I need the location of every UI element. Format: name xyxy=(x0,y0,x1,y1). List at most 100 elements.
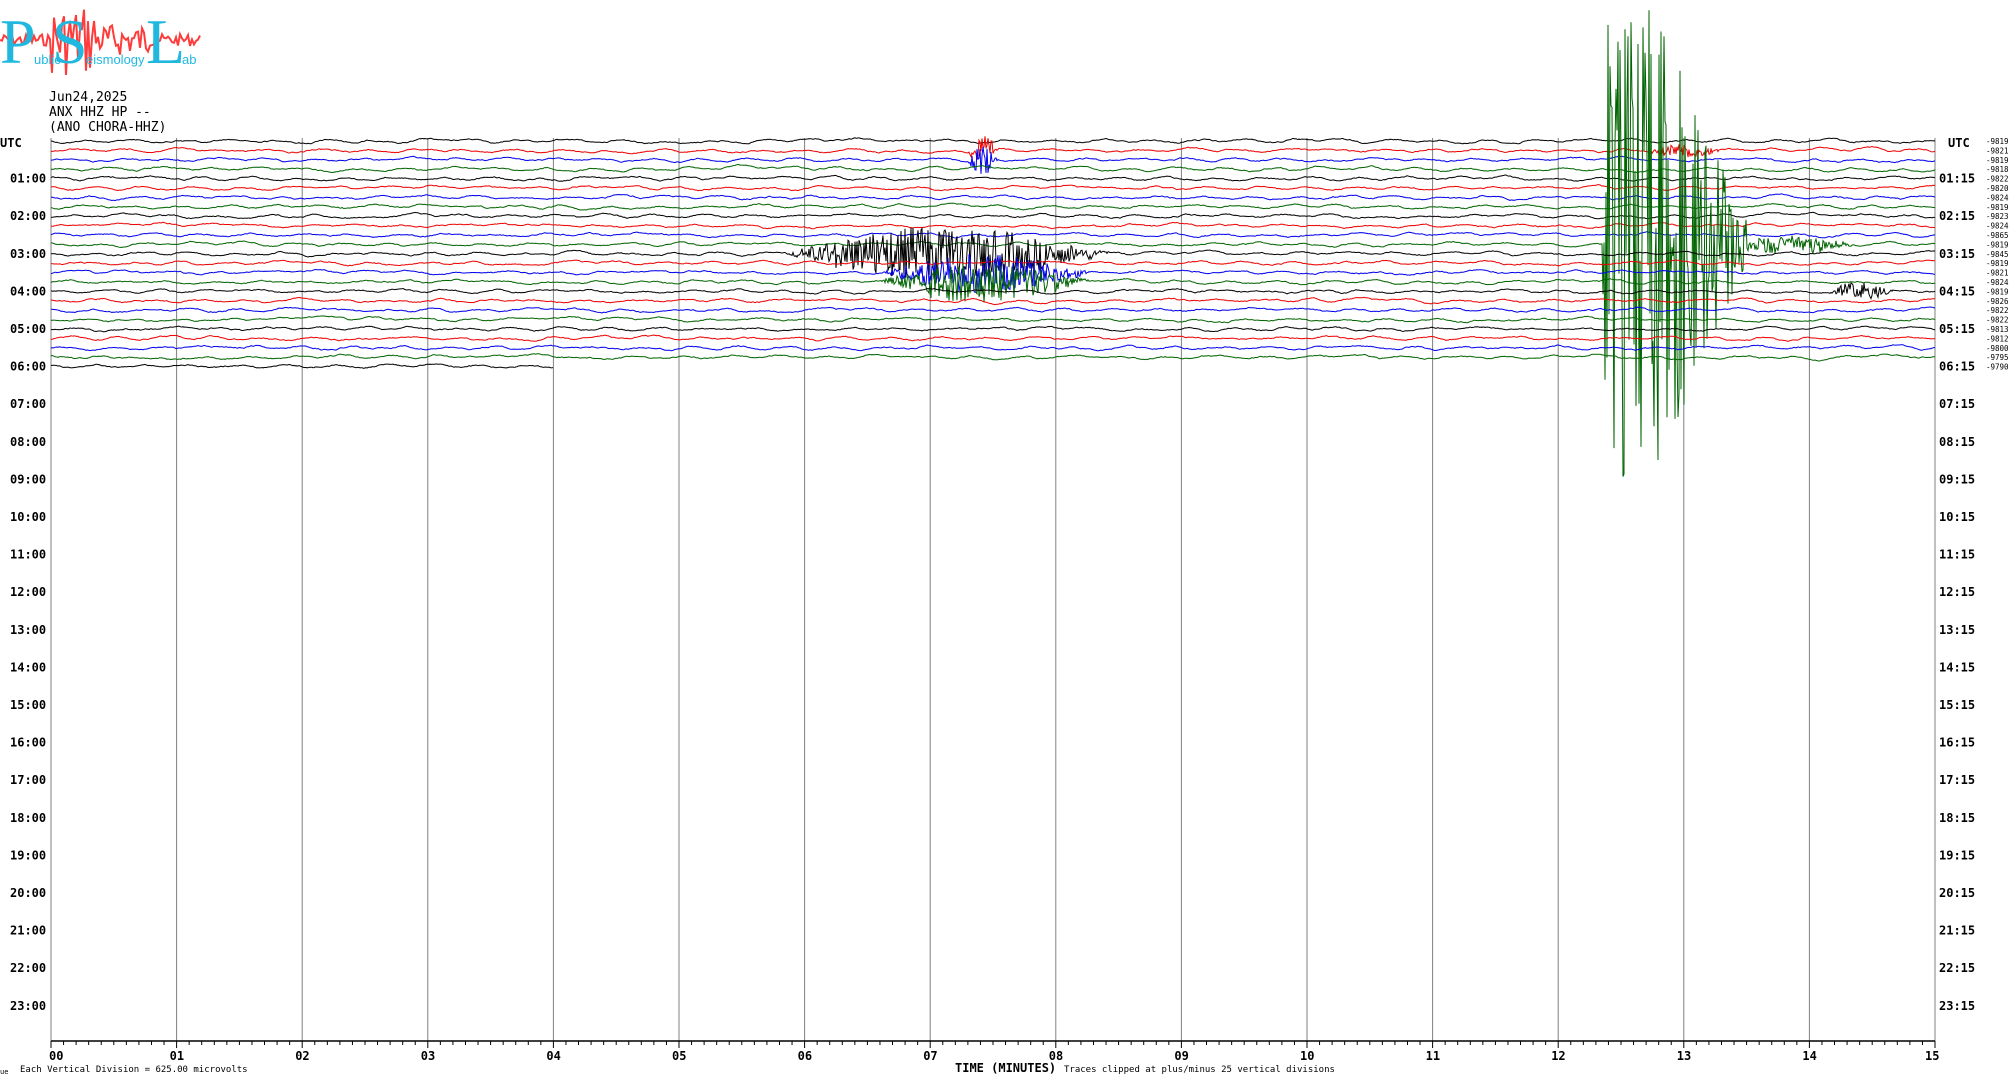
helicorder-trace-row xyxy=(50,184,1936,192)
row-count-label: -9821 xyxy=(1986,146,2009,155)
hour-label-right: 20:15 xyxy=(1939,886,1975,900)
row-count-label: -9845 xyxy=(1986,250,2009,259)
hour-label-left: 04:00 xyxy=(10,284,46,298)
row-count-label: -9824 xyxy=(1986,193,2009,202)
hour-label-right: 17:15 xyxy=(1939,773,1975,787)
hour-label-left: 15:00 xyxy=(10,698,46,712)
x-tick-label: 06 xyxy=(798,1049,812,1063)
footer-mark: ue xyxy=(0,1068,8,1076)
helicorder-trace-row xyxy=(50,306,1935,314)
hour-label-left: 18:00 xyxy=(10,811,46,825)
row-count-label: -9819 xyxy=(1986,156,2009,165)
helicorder-trace-row xyxy=(50,211,1936,220)
x-tick-label: 10 xyxy=(1300,1049,1314,1063)
row-count-label: -9812 xyxy=(1986,334,2009,343)
hour-label-left: 08:00 xyxy=(10,435,46,449)
x-tick-label: 02 xyxy=(295,1049,309,1063)
hour-label-left: 05:00 xyxy=(10,322,46,336)
row-count-label: -9823 xyxy=(1986,212,2009,221)
row-count-label: -9824 xyxy=(1986,222,2009,231)
x-tick-label: 03 xyxy=(421,1049,435,1063)
x-tick-label: 07 xyxy=(923,1049,937,1063)
hour-label-left: 11:00 xyxy=(10,548,46,562)
hour-label-right: 12:15 xyxy=(1939,585,1975,599)
row-count-label: -9820 xyxy=(1986,184,2009,193)
hour-label-right: 14:15 xyxy=(1939,660,1975,674)
helicorder-trace-row xyxy=(50,163,1936,174)
helicorder-trace-row xyxy=(51,325,1936,333)
row-count-label: -9819 xyxy=(1986,137,2009,146)
hour-label-right: 13:15 xyxy=(1939,623,1975,637)
hour-label-left: 21:00 xyxy=(10,924,46,938)
hour-label-left: 20:00 xyxy=(10,886,46,900)
hour-label-left: 06:00 xyxy=(10,360,46,374)
row-count-label: -9822 xyxy=(1986,175,2009,184)
hour-label-right: 02:15 xyxy=(1939,209,1975,223)
row-count-label: -9865 xyxy=(1986,231,2009,240)
x-axis-title: TIME (MINUTES) xyxy=(955,1061,1056,1075)
x-tick-label: 12 xyxy=(1551,1049,1565,1063)
hour-label-left: 14:00 xyxy=(10,660,46,674)
hour-label-left: 23:00 xyxy=(10,999,46,1013)
hour-label-right: 15:15 xyxy=(1939,698,1975,712)
hour-label-right: 01:15 xyxy=(1939,172,1975,186)
helicorder-trace-row xyxy=(50,259,1936,267)
x-tick-label: 14 xyxy=(1802,1049,1816,1063)
helicorder-trace-row xyxy=(51,137,1936,145)
hour-label-left: 03:00 xyxy=(10,247,46,261)
trace-layer xyxy=(50,10,1936,477)
hour-label-left: 01:00 xyxy=(10,172,46,186)
hour-label-right: 21:15 xyxy=(1939,924,1975,938)
hour-label-right: 08:15 xyxy=(1939,435,1975,449)
hour-label-right: 06:15 xyxy=(1939,360,1975,374)
row-count-label: -9826 xyxy=(1986,297,2009,306)
hour-label-right: 10:15 xyxy=(1939,510,1975,524)
x-tick-label: 11 xyxy=(1426,1049,1440,1063)
row-count-label: -9819 xyxy=(1986,287,2009,296)
hour-label-right: 22:15 xyxy=(1939,961,1975,975)
helicorder-trace-row xyxy=(50,296,1936,306)
hour-label-left: 22:00 xyxy=(10,961,46,975)
hour-label-right: 23:15 xyxy=(1939,999,1975,1013)
row-count-label: -9790 xyxy=(1986,363,2009,372)
hour-label-right: 16:15 xyxy=(1939,736,1975,750)
footer-clip-note: Traces clipped at plus/minus 25 vertical… xyxy=(1064,1065,1335,1075)
row-count-label: -9824 xyxy=(1986,278,2009,287)
row-count-label: -9819 xyxy=(1986,203,2009,212)
hour-label-left: 17:00 xyxy=(10,773,46,787)
row-count-label: -9800 xyxy=(1986,344,2009,353)
helicorder-trace-row xyxy=(50,174,1936,182)
hour-label-left: 19:00 xyxy=(10,848,46,862)
row-count-label: -9822 xyxy=(1986,316,2009,325)
x-tick-label: 15 xyxy=(1925,1049,1939,1063)
footer-scale-note: Each Vertical Division = 625.00 microvol… xyxy=(20,1065,248,1075)
helicorder-trace-row xyxy=(50,202,1936,211)
row-count-label: -9819 xyxy=(1986,240,2009,249)
x-tick-label: 05 xyxy=(672,1049,686,1063)
hour-label-right: 07:15 xyxy=(1939,397,1975,411)
hour-label-left: 13:00 xyxy=(10,623,46,637)
helicorder-trace-row xyxy=(50,221,1936,230)
hour-label-right: 03:15 xyxy=(1939,247,1975,261)
x-tick-label: 00 xyxy=(49,1049,63,1063)
helicorder-trace-row xyxy=(50,263,1936,302)
x-tick-label: 01 xyxy=(170,1049,184,1063)
hour-label-right: 05:15 xyxy=(1939,322,1975,336)
x-tick-label: 04 xyxy=(546,1049,560,1063)
x-tick-label: 13 xyxy=(1677,1049,1691,1063)
hour-label-left: 02:00 xyxy=(10,209,46,223)
hour-label-right: 19:15 xyxy=(1939,848,1975,862)
row-count-label: -9813 xyxy=(1986,325,2009,334)
helicorder-trace-row xyxy=(50,193,1936,202)
x-tick-label: 08 xyxy=(1049,1049,1063,1063)
hour-label-right: 11:15 xyxy=(1939,548,1975,562)
row-count-label: -9818 xyxy=(1986,165,2009,174)
hour-label-right: 09:15 xyxy=(1939,472,1975,486)
left-axis-title: UTC xyxy=(0,136,22,150)
hour-label-right: 04:15 xyxy=(1939,284,1975,298)
right-axis-title: UTC xyxy=(1948,136,1970,150)
row-count-label: -9819 xyxy=(1986,259,2009,268)
hour-label-right: 18:15 xyxy=(1939,811,1975,825)
helicorder-trace-row xyxy=(50,315,1936,324)
hour-label-left: 12:00 xyxy=(10,585,46,599)
